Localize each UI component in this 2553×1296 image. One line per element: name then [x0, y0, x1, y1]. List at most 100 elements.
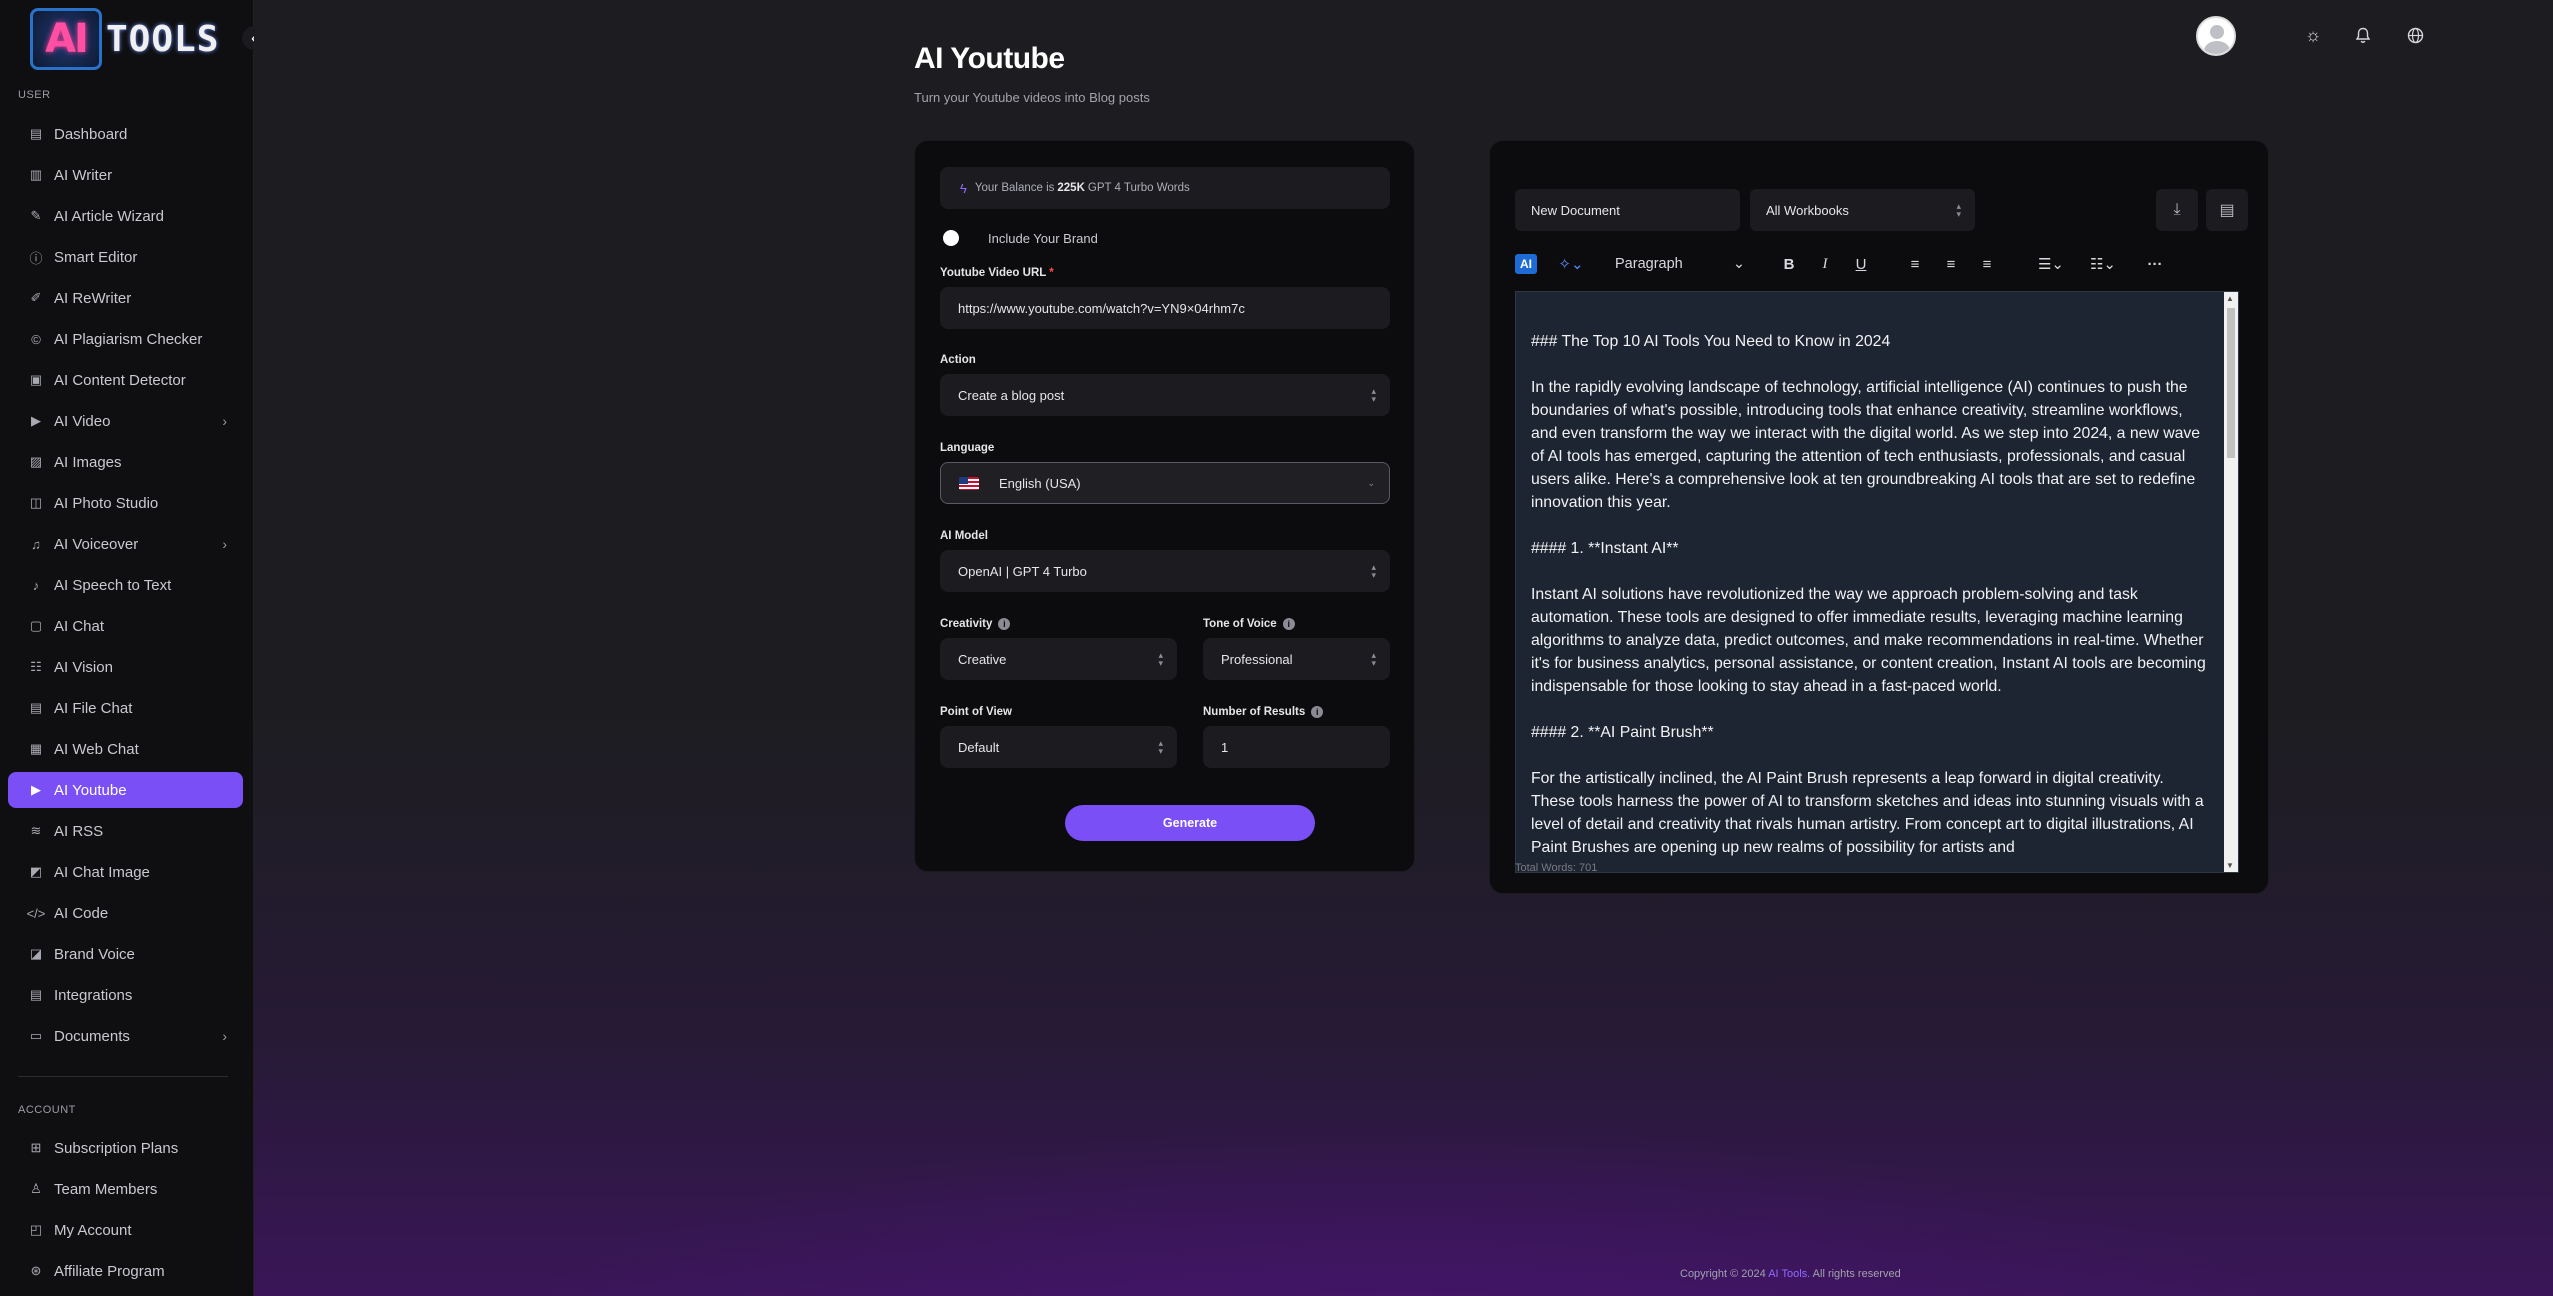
paragraph-style-select[interactable]: Paragraph ⌄: [1615, 252, 1745, 276]
underline-button[interactable]: U: [1851, 252, 1871, 276]
editor-paragraph: #### 2. **AI Paint Brush**: [1531, 724, 1714, 741]
sidebar-item-ai-images[interactable]: ▨ AI Images: [8, 444, 243, 480]
sidebar-item-ai-file-chat[interactable]: ▤ AI File Chat: [8, 690, 243, 726]
sidebar-item-label: AI Vision: [54, 658, 113, 676]
sidebar-item-ai-youtube[interactable]: ▶ AI Youtube: [8, 772, 243, 808]
sidebar-item-ai-chat-image[interactable]: ◩ AI Chat Image: [8, 854, 243, 890]
sidebar-item-ai-voiceover[interactable]: ♫ AI Voiceover ›: [8, 526, 243, 562]
editor-scrollbar[interactable]: ▲ ▼: [2224, 292, 2238, 872]
tone-label: Tone of Voice i: [1203, 618, 1295, 630]
model-select[interactable]: OpenAI | GPT 4 Turbo ▴ ▾: [940, 550, 1390, 592]
scrollbar-thumb[interactable]: [2227, 308, 2235, 458]
sidebar-item-integrations[interactable]: ▤ Integrations: [8, 977, 243, 1013]
logo-wordmark: TOOLS: [106, 18, 220, 60]
results-label: Number of Results i: [1203, 706, 1324, 718]
scan-icon: ▣: [29, 372, 43, 387]
gift-icon: ⊞: [30, 1140, 42, 1155]
underline-icon: U: [1855, 255, 1867, 273]
user-avatar[interactable]: [2196, 16, 2236, 56]
pov-label: Point of View: [940, 706, 1012, 718]
sidebar-item-ai-content-detector[interactable]: ▣ AI Content Detector: [8, 362, 243, 398]
italic-button[interactable]: I: [1815, 252, 1835, 276]
sidebar-item-label: AI Youtube: [54, 781, 127, 799]
sidebar-item-ai-rss[interactable]: ≋ AI RSS: [8, 813, 243, 849]
integrations-icon: ▤: [29, 987, 43, 1002]
sidebar-item-documents[interactable]: ▭ Documents ›: [8, 1018, 243, 1054]
magic-wand-button[interactable]: ✧⌄: [1553, 252, 1589, 276]
results-value: 1: [1221, 739, 1229, 755]
workbook-select[interactable]: All Workbooks ▴ ▾: [1750, 189, 1975, 231]
include-brand-toggle[interactable]: [940, 228, 978, 248]
sidebar-item-ai-plagiarism-checker[interactable]: © AI Plagiarism Checker: [8, 321, 243, 357]
document-title-input[interactable]: New Document: [1515, 189, 1740, 231]
team-icon: ♙: [30, 1181, 42, 1196]
creativity-select[interactable]: Creative ▴ ▾: [940, 638, 1177, 680]
sidebar-item-label: AI Video: [54, 412, 111, 430]
sidebar-item-label: Brand Voice: [54, 945, 135, 963]
pen-icon: ✎: [30, 208, 42, 223]
generate-button[interactable]: Generate: [1065, 805, 1315, 841]
bold-button[interactable]: B: [1779, 252, 1799, 276]
language-select[interactable]: English (USA) ⌄: [940, 462, 1390, 504]
chevron-down-icon: ⌄: [1732, 256, 1745, 272]
download-icon: ⤓: [2173, 201, 2181, 218]
action-select[interactable]: Create a blog post ▴ ▾: [940, 374, 1390, 416]
sidebar-item-ai-article-wizard[interactable]: ✎ AI Article Wizard: [8, 198, 243, 234]
align-right-button[interactable]: ≡: [1977, 252, 1997, 276]
save-button[interactable]: ▤: [2206, 189, 2248, 231]
editor-card: New Document All Workbooks ▴ ▾ ⤓ ▤ AI ✧⌄ P…: [1489, 140, 2269, 894]
ai-assist-button[interactable]: AI: [1515, 254, 1537, 274]
info-icon[interactable]: i: [1282, 618, 1295, 630]
results-input[interactable]: 1: [1203, 726, 1390, 768]
tone-select[interactable]: Professional ▴ ▾: [1203, 638, 1390, 680]
bullet-list-button[interactable]: ☰⌄: [2031, 252, 2071, 276]
info-icon[interactable]: i: [998, 618, 1011, 630]
sidebar-item-ai-chat[interactable]: ▢ AI Chat: [8, 608, 243, 644]
sidebar-item-ai-video[interactable]: ▶ AI Video ›: [8, 403, 243, 439]
download-button[interactable]: ⤓: [2156, 189, 2198, 231]
editor-content-area[interactable]: ### The Top 10 AI Tools You Need to Know…: [1515, 291, 2239, 873]
sidebar-item-smart-editor[interactable]: ⓘ Smart Editor: [8, 239, 243, 275]
sidebar-item-ai-web-chat[interactable]: ▦ AI Web Chat: [8, 731, 243, 767]
sidebar-item-ai-photo-studio[interactable]: ◫ AI Photo Studio: [8, 485, 243, 521]
align-left-button[interactable]: ≡: [1905, 252, 1925, 276]
theme-toggle-button[interactable]: ☼: [2298, 20, 2328, 50]
align-center-button[interactable]: ≡: [1941, 252, 1961, 276]
url-label-text: Youtube Video URL: [940, 267, 1047, 279]
logo-mark: AI: [30, 8, 102, 70]
sidebar-item-dashboard[interactable]: ▤ Dashboard: [8, 116, 243, 152]
info-icon[interactable]: i: [1311, 706, 1324, 718]
sidebar-item-my-account[interactable]: ◰ My Account: [8, 1212, 243, 1248]
sidebar-item-ai-vision[interactable]: ☷ AI Vision: [8, 649, 243, 685]
balance-value: 225K: [1057, 182, 1085, 194]
sidebar-item-brand-voice[interactable]: ◪ Brand Voice: [8, 936, 243, 972]
numbered-list-button[interactable]: ☷⌄: [2083, 252, 2123, 276]
sidebar-item-affiliate-program[interactable]: ⊛ Affiliate Program: [8, 1253, 243, 1289]
pov-select[interactable]: Default ▴ ▾: [940, 726, 1177, 768]
notifications-button[interactable]: [2348, 20, 2378, 50]
video-icon: ▶: [31, 413, 41, 428]
page-subtitle: Turn your Youtube videos into Blog posts: [914, 90, 1150, 105]
sidebar-item-subscription-plans[interactable]: ⊞ Subscription Plans: [8, 1130, 243, 1166]
sidebar-item-ai-speech-to-text[interactable]: ♪ AI Speech to Text: [8, 567, 243, 603]
action-label: Action: [940, 354, 976, 366]
youtube-url-input[interactable]: https://www.youtube.com/watch?v=YN9×04rh…: [940, 287, 1390, 329]
chat-image-icon: ◩: [29, 864, 43, 879]
creativity-value: Creative: [958, 651, 1007, 667]
editor-text: ### The Top 10 AI Tools You Need to Know…: [1531, 330, 2211, 872]
scroll-down-icon[interactable]: ▼: [2226, 861, 2234, 870]
logo[interactable]: AI TOOLS: [30, 6, 220, 72]
sidebar-item-ai-code[interactable]: </> AI Code: [8, 895, 243, 931]
page-title: AI Youtube: [914, 42, 1065, 75]
sidebar-item-ai-rewriter[interactable]: ✐ AI ReWriter: [8, 280, 243, 316]
more-options-button[interactable]: ···: [2143, 252, 2167, 276]
sidebar-item-ai-writer[interactable]: ▥ AI Writer: [8, 157, 243, 193]
sidebar-item-team-members[interactable]: ♙ Team Members: [8, 1171, 243, 1207]
footer-brand-link[interactable]: AI Tools.: [1768, 1268, 1810, 1280]
scroll-up-icon[interactable]: ▲: [2226, 294, 2234, 303]
editor-paragraph: In the rapidly evolving landscape of tec…: [1531, 379, 2201, 511]
language-button[interactable]: [2400, 20, 2430, 50]
pov-value: Default: [958, 739, 1000, 755]
bullet-list-icon: ☰⌄: [2037, 256, 2064, 273]
rss-icon: ≋: [30, 823, 42, 838]
